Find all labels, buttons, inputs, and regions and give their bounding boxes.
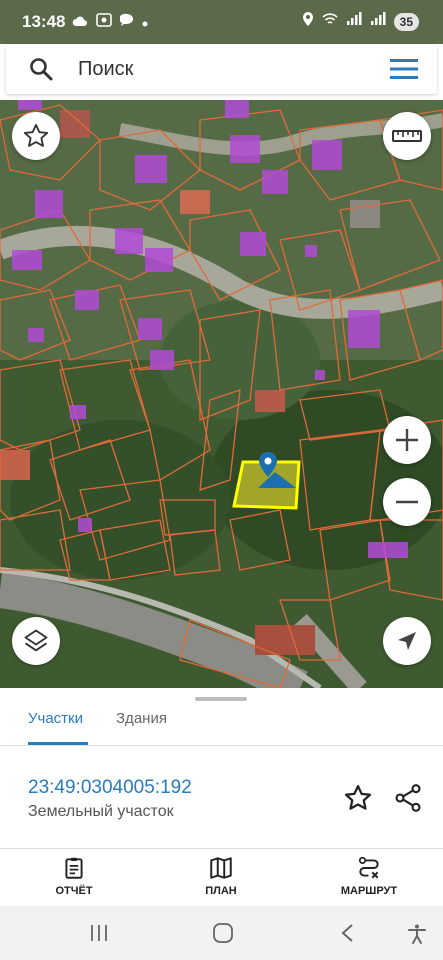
star-icon xyxy=(344,785,372,810)
signal-icon xyxy=(346,12,362,31)
minus-icon xyxy=(396,500,418,504)
tab-active-indicator xyxy=(28,742,88,745)
ruler-button[interactable] xyxy=(383,112,431,160)
nav-route[interactable]: МАРШРУТ xyxy=(319,855,419,897)
sheet-drag-handle[interactable] xyxy=(195,697,247,701)
recent-apps-button[interactable] xyxy=(88,923,110,948)
tab-bar: Участки Здания xyxy=(0,702,443,746)
layers-button[interactable] xyxy=(12,617,60,665)
route-icon xyxy=(358,856,379,879)
zoom-out-button[interactable] xyxy=(383,478,431,526)
favorites-button[interactable] xyxy=(12,112,60,160)
wifi-icon xyxy=(322,12,338,31)
my-location-button[interactable] xyxy=(383,617,431,665)
share-icon xyxy=(395,784,421,812)
recent-apps-icon xyxy=(91,925,107,941)
favorite-parcel-button[interactable] xyxy=(343,783,373,813)
status-bar: 13:48 35 xyxy=(0,0,443,44)
zoom-in-button[interactable] xyxy=(383,416,431,464)
dot-icon xyxy=(142,14,148,32)
chat-icon xyxy=(119,13,134,32)
map-view[interactable] xyxy=(0,100,443,688)
accessibility-button[interactable] xyxy=(406,923,428,950)
battery-indicator: 35 xyxy=(393,12,419,31)
search-icon[interactable] xyxy=(28,56,54,82)
signal-icon-2 xyxy=(370,12,386,31)
bottom-navigation: ОТЧЁТ ПЛАН МАРШРУТ xyxy=(0,848,443,906)
tab-parcels[interactable]: Участки xyxy=(28,710,83,727)
nav-report-label: ОТЧЁТ xyxy=(55,885,93,897)
share-button[interactable] xyxy=(392,782,424,814)
parcel-type: Земельный участок xyxy=(28,803,174,820)
plus-icon xyxy=(396,429,418,451)
cloud-icon xyxy=(72,14,88,32)
system-navigation-bar xyxy=(0,906,443,960)
accessibility-icon xyxy=(408,924,426,944)
menu-icon[interactable] xyxy=(389,57,419,81)
home-button[interactable] xyxy=(212,923,234,948)
nav-plan-label: ПЛАН xyxy=(205,885,237,897)
cadastral-number[interactable]: 23:49:0304005:192 xyxy=(28,777,192,799)
satellite-map xyxy=(0,100,443,688)
layers-icon xyxy=(24,629,48,652)
navigation-arrow-icon xyxy=(398,632,416,650)
screenshot-icon xyxy=(96,13,112,32)
home-icon xyxy=(213,923,233,943)
nav-plan[interactable]: ПЛАН xyxy=(171,855,271,897)
back-icon xyxy=(341,924,353,942)
ruler-icon xyxy=(392,130,422,142)
tab-buildings[interactable]: Здания xyxy=(116,710,167,727)
back-button[interactable] xyxy=(338,923,358,948)
star-icon xyxy=(23,123,49,147)
search-bar[interactable]: Поиск xyxy=(6,44,437,94)
report-icon xyxy=(65,857,83,879)
location-icon xyxy=(302,11,314,32)
status-time: 13:48 xyxy=(22,12,66,31)
nav-route-label: МАРШРУТ xyxy=(340,885,398,897)
nav-report[interactable]: ОТЧЁТ xyxy=(24,855,124,897)
search-input[interactable]: Поиск xyxy=(78,58,133,81)
map-plan-icon xyxy=(210,857,232,879)
